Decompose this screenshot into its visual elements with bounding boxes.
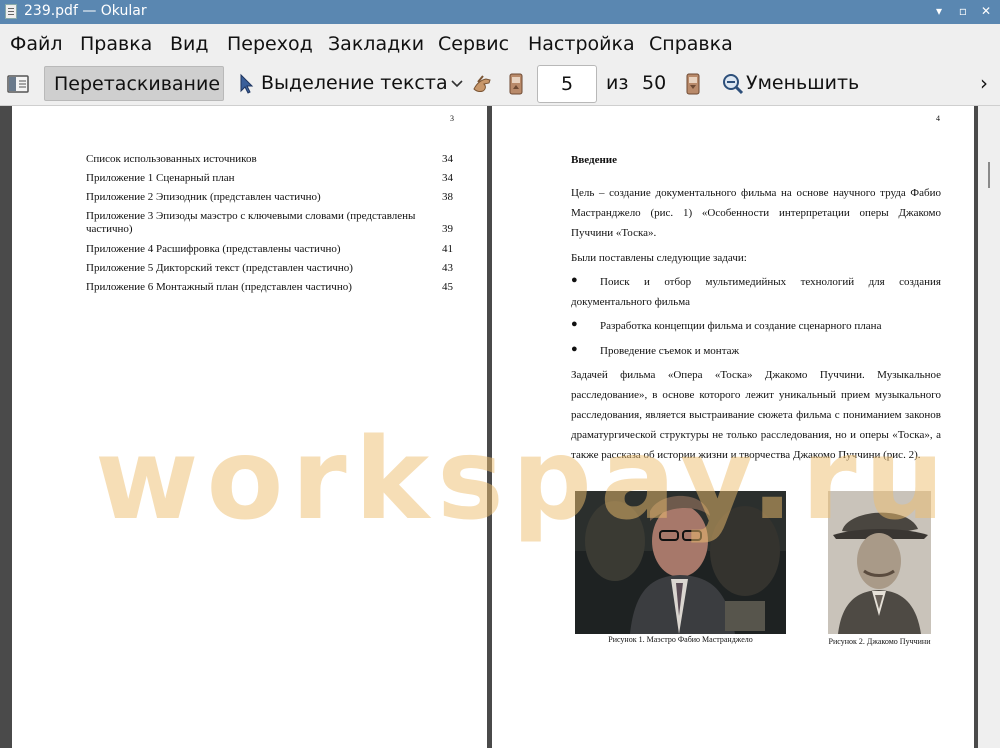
menu-tools[interactable]: Сервис xyxy=(438,33,509,55)
maximize-button[interactable]: ▫ xyxy=(954,2,972,20)
toc-page: 45 xyxy=(442,281,453,293)
toc-page: 39 xyxy=(442,223,453,235)
paragraph: Были поставлены следующие задачи: xyxy=(571,252,747,264)
previous-page-icon xyxy=(509,73,523,95)
hand-tool-button[interactable] xyxy=(470,71,496,97)
paragraph: Цель – создание документального фильма н… xyxy=(571,187,941,239)
menu-bookmarks[interactable]: Закладки xyxy=(328,33,424,55)
scrollbar-thumb[interactable] xyxy=(988,162,990,188)
browse-mode-label: Перетаскивание xyxy=(54,73,221,95)
toc-entry: Приложение 3 Эпизоды маэстро с ключевыми… xyxy=(86,210,416,235)
page-of-label: из xyxy=(606,72,629,94)
zoom-out-button[interactable] xyxy=(721,72,745,96)
figure-1-caption: Рисунок 1. Маэстро Фабио Мастранджело xyxy=(608,635,753,644)
total-pages-label: 50 xyxy=(642,72,667,94)
minimize-button[interactable]: ▾ xyxy=(930,2,948,20)
menu-bar: Файл Правка Вид Переход Закладки Сервис … xyxy=(0,24,1000,62)
text-select-label[interactable]: Выделение текста xyxy=(261,72,448,94)
menu-file[interactable]: Файл xyxy=(10,33,63,55)
bullet-mark: ● xyxy=(571,343,578,355)
toc-page: 38 xyxy=(442,191,453,203)
toc-entry: Приложение 1 Сценарный план xyxy=(86,172,235,184)
menu-go[interactable]: Переход xyxy=(227,33,313,55)
next-page-button[interactable] xyxy=(683,71,703,97)
document-view[interactable]: 3 Список использованных источников 34 Пр… xyxy=(0,106,1000,748)
toolbar-overflow-icon[interactable]: › xyxy=(980,71,988,95)
zoom-out-icon xyxy=(723,74,744,95)
page-number: 4 xyxy=(936,114,940,123)
toc-page: 34 xyxy=(442,153,453,165)
vertical-scrollbar[interactable] xyxy=(978,106,1000,748)
page-4: 4 Введение Цель – создание документально… xyxy=(492,106,974,748)
menu-view[interactable]: Вид xyxy=(170,33,209,55)
browse-mode-button[interactable]: Перетаскивание xyxy=(44,66,224,101)
section-heading: Введение xyxy=(571,154,618,166)
hand-icon xyxy=(473,75,491,93)
page-number-input[interactable]: 5 xyxy=(537,65,597,103)
bullet-mark: ● xyxy=(571,318,578,330)
previous-page-button[interactable] xyxy=(506,71,526,97)
toc-page: 41 xyxy=(442,243,453,255)
window-title: 239.pdf — Okular xyxy=(24,3,147,19)
zoom-out-label[interactable]: Уменьшить xyxy=(746,72,859,94)
toc-page: 43 xyxy=(442,262,453,274)
text-select-button[interactable] xyxy=(236,72,256,96)
document-icon xyxy=(5,4,17,19)
page-number: 3 xyxy=(450,114,454,123)
menu-settings[interactable]: Настройка xyxy=(528,33,635,55)
title-bar: 239.pdf — Okular ▾ ▫ ✕ xyxy=(0,0,1000,24)
chevron-down-icon xyxy=(451,80,463,88)
toc-entry: Приложение 4 Расшифровка (представлены ч… xyxy=(86,243,341,255)
menu-edit[interactable]: Правка xyxy=(80,33,152,55)
paragraph: Задачей фильма «Опера «Тоска» Джакомо Пу… xyxy=(571,369,941,461)
next-page-icon xyxy=(686,73,700,95)
page-3: 3 Список использованных источников 34 Пр… xyxy=(12,106,487,748)
toc-page: 34 xyxy=(442,172,453,184)
toc-entry: Приложение 5 Дикторский текст (представл… xyxy=(86,262,353,274)
figure-1-photo xyxy=(575,491,786,634)
sidebar-toggle-button[interactable] xyxy=(6,72,30,96)
toc-entry: Список использованных источников xyxy=(86,153,257,165)
sidebar-toggle-icon xyxy=(7,75,29,93)
menu-help[interactable]: Справка xyxy=(649,33,733,55)
figure-2-photo xyxy=(828,491,931,634)
select-mode-dropdown[interactable] xyxy=(449,74,465,94)
cursor-icon xyxy=(240,73,254,94)
toc-entry: Приложение 2 Эпизодник (представлен част… xyxy=(86,191,321,203)
figure-2-caption: Рисунок 2. Джакомо Пуччини xyxy=(828,637,931,646)
list-item: Разработка концепции фильма и создание с… xyxy=(600,320,882,332)
toc-entry: Приложение 6 Монтажный план (представлен… xyxy=(86,281,352,293)
close-button[interactable]: ✕ xyxy=(977,2,995,20)
list-item: Поиск и отбор мультимедийных технологий … xyxy=(571,276,941,308)
toolbar: Перетаскивание Выделение текста 5 из 50 xyxy=(0,62,1000,106)
list-item: Проведение съемок и монтаж xyxy=(600,345,740,357)
